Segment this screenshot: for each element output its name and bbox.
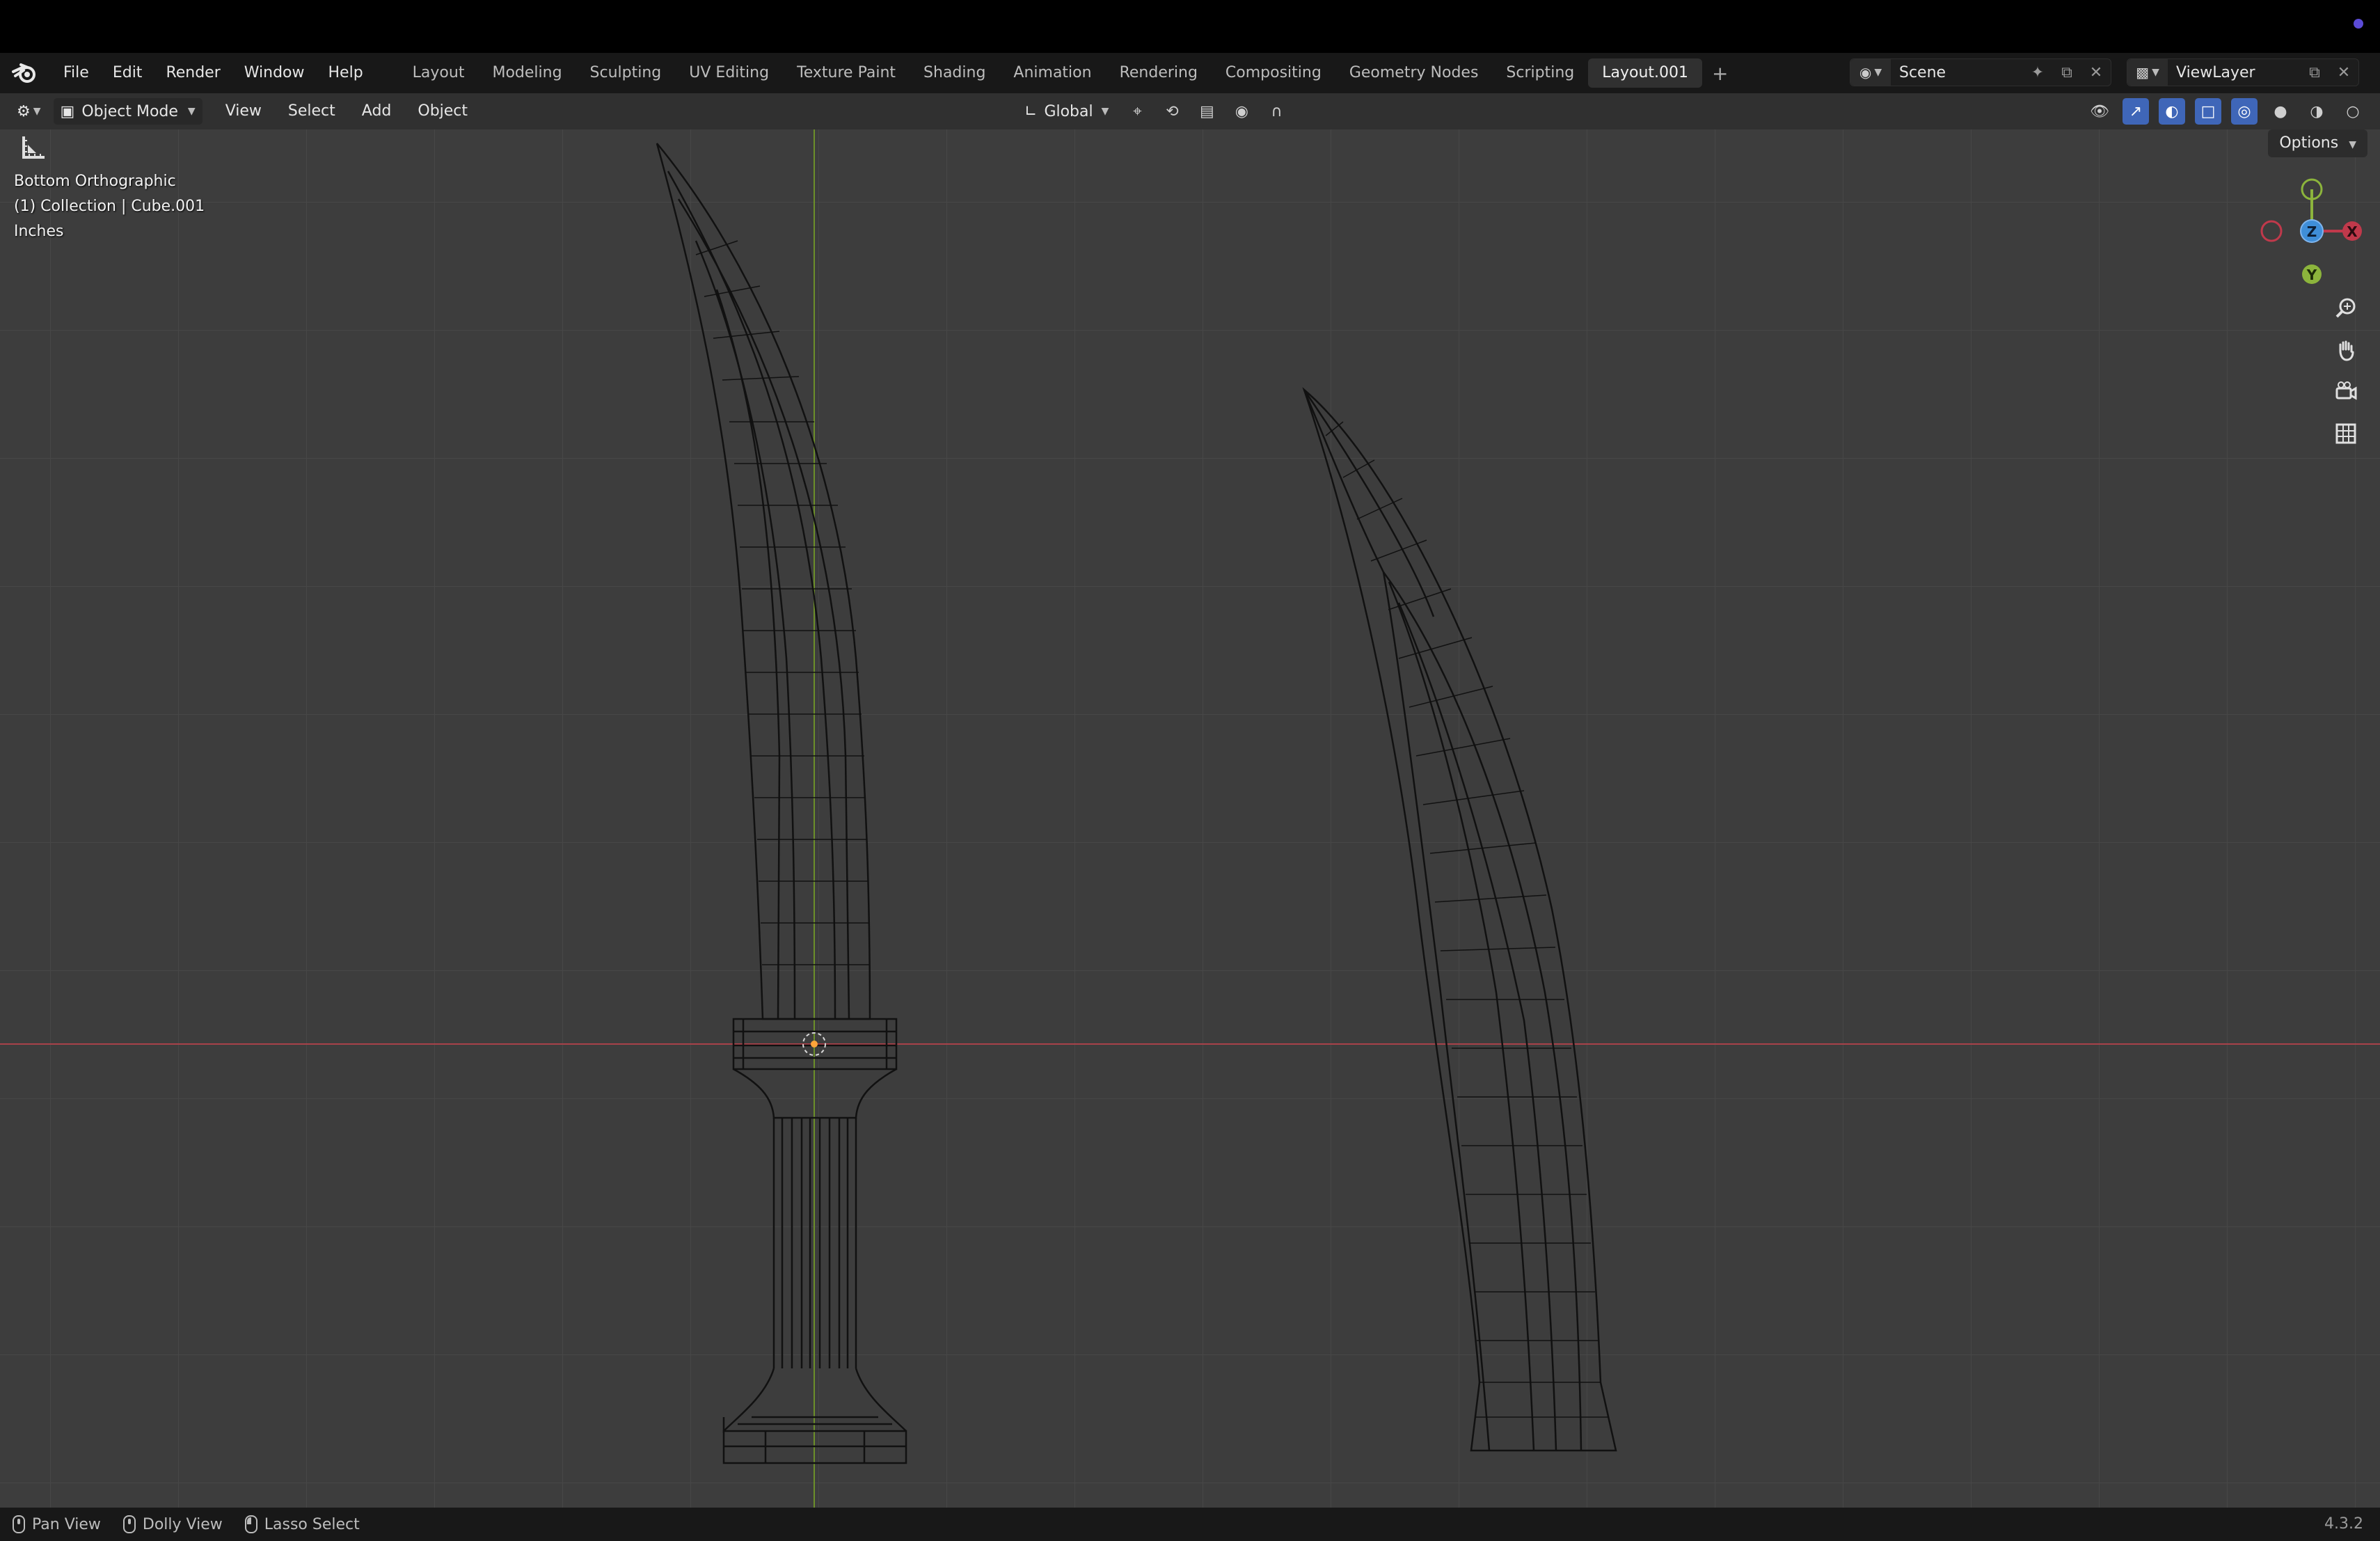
new-scene-icon[interactable]: ⧉	[2052, 59, 2081, 86]
tab-modeling[interactable]: Modeling	[478, 58, 576, 88]
tab-sculpting[interactable]: Sculpting	[576, 58, 676, 88]
top-menubar: File Edit Render Window Help Layout Mode…	[0, 53, 2380, 93]
blender-logo-icon[interactable]	[11, 59, 39, 87]
solid-icon[interactable]: ●	[2267, 98, 2294, 125]
tab-rendering[interactable]: Rendering	[1106, 58, 1212, 88]
pan-view-label: Pan View	[32, 1515, 101, 1533]
object-mode-dropdown[interactable]: ▣ Object Mode ▼	[53, 98, 203, 125]
lasso-select-label: Lasso Select	[264, 1515, 360, 1533]
proportional-icon[interactable]: ◉	[1228, 98, 1255, 125]
new-viewlayer-icon[interactable]: ⧉	[2300, 59, 2329, 86]
editor-type-icon: ⚙	[17, 102, 31, 120]
menu-object[interactable]: Object	[404, 93, 481, 129]
collection-info: (1) Collection | Cube.001	[14, 198, 205, 215]
menu-view[interactable]: View	[212, 93, 275, 129]
transform-controls: ∟ Global ▼ ⌖ ⟲ ▤ ◉ ∩	[1017, 98, 1290, 125]
menu-add[interactable]: Add	[349, 93, 405, 129]
scene-selectors: ◉ ▼ Scene ✦ ⧉ ✕ ▩ ▼ ViewLayer ⧉ ✕	[1850, 58, 2359, 86]
recording-indicator-icon	[2354, 19, 2363, 29]
menu-window[interactable]: Window	[232, 53, 317, 93]
delete-viewlayer-icon[interactable]: ✕	[2329, 59, 2358, 86]
orientation-label: Global	[1044, 102, 1093, 120]
status-pan-view: Pan View	[13, 1515, 101, 1533]
scene-icon: ◉ ▼	[1850, 59, 1891, 86]
snap-target-icon[interactable]: ▤	[1193, 98, 1220, 125]
scene-name[interactable]: Scene	[1891, 64, 2023, 81]
tab-uv-editing[interactable]: UV Editing	[675, 58, 783, 88]
status-bar: Pan View Dolly View Lasso Select 4.3.2	[0, 1508, 2380, 1541]
menu-edit[interactable]: Edit	[101, 53, 154, 93]
mouse-middle-icon	[13, 1515, 25, 1533]
3d-viewport[interactable]: Bottom Orthographic (1) Collection | Cub…	[0, 129, 2380, 1508]
workspace-tabs: Layout Modeling Sculpting UV Editing Tex…	[399, 53, 1738, 93]
snap-icon[interactable]: ⟲	[1159, 98, 1185, 125]
object-mode-icon: ▣	[60, 102, 75, 120]
units-label: Inches	[14, 223, 64, 240]
tab-scripting[interactable]: Scripting	[1492, 58, 1588, 88]
status-lasso-select: Lasso Select	[244, 1515, 360, 1533]
window-titlebar	[0, 0, 2380, 53]
editor-type-button[interactable]: ⚙ ▼	[10, 98, 48, 125]
gizmo-icon[interactable]: ↗	[2123, 98, 2149, 125]
tab-shading[interactable]: Shading	[910, 58, 999, 88]
version-label: 4.3.2	[2324, 1515, 2363, 1533]
tab-layout-001[interactable]: Layout.001	[1588, 58, 1703, 88]
scene-selector[interactable]: ◉ ▼ Scene ✦ ⧉ ✕	[1850, 58, 2111, 86]
viewlayer-name[interactable]: ViewLayer	[2168, 64, 2300, 81]
mouse-wheel-icon	[122, 1515, 136, 1533]
measure-tool-icon[interactable]	[18, 132, 49, 163]
navigation-gizmo[interactable]: X Y Z	[2241, 174, 2366, 292]
tab-layout[interactable]: Layout	[399, 58, 479, 88]
shading-controls: 👁 ↗ ◐ □ ◎ ● ◑ ○	[2086, 98, 2366, 125]
zoom-icon[interactable]	[2329, 291, 2363, 326]
menu-file[interactable]: File	[51, 53, 101, 93]
menu-select[interactable]: Select	[275, 93, 349, 129]
viewport-grid	[0, 129, 2380, 1508]
options-label: Options	[2279, 134, 2339, 152]
tab-texture-paint[interactable]: Texture Paint	[783, 58, 910, 88]
menu-render[interactable]: Render	[154, 53, 232, 93]
grid-icon[interactable]	[2329, 416, 2363, 451]
tab-geometry-nodes[interactable]: Geometry Nodes	[1335, 58, 1493, 88]
delete-scene-icon[interactable]: ✕	[2081, 59, 2111, 86]
rendered-icon[interactable]: ○	[2340, 98, 2366, 125]
overlay-icon[interactable]: ◐	[2159, 98, 2185, 125]
add-workspace-button[interactable]: +	[1702, 62, 1738, 85]
tab-compositing[interactable]: Compositing	[1212, 58, 1335, 88]
dolly-view-label: Dolly View	[142, 1515, 223, 1533]
falloff-icon[interactable]: ∩	[1263, 98, 1290, 125]
orientation-dropdown[interactable]: ∟ Global ▼	[1017, 98, 1116, 125]
viewport-header: ⚙ ▼ ▣ Object Mode ▼ View Select Add Objec…	[0, 93, 2380, 129]
origin-dot	[811, 1041, 818, 1048]
tab-animation[interactable]: Animation	[999, 58, 1105, 88]
orientation-icon: ∟	[1024, 102, 1038, 120]
view-name: Bottom Orthographic	[14, 173, 176, 190]
pivot-icon[interactable]: ⌖	[1124, 98, 1150, 125]
status-dolly-view: Dolly View	[122, 1515, 223, 1533]
visibility-icon[interactable]: 👁	[2086, 98, 2113, 125]
hand-icon[interactable]	[2329, 333, 2363, 368]
pin-icon[interactable]: ✦	[2023, 59, 2052, 86]
viewlayer-icon: ▩ ▼	[2127, 59, 2168, 86]
svg-text:X: X	[2347, 223, 2358, 240]
object-mode-label: Object Mode	[81, 102, 178, 120]
camera-icon[interactable]	[2329, 374, 2363, 409]
mouse-left-icon	[244, 1515, 257, 1533]
menu-help[interactable]: Help	[317, 53, 375, 93]
viewlayer-selector[interactable]: ▩ ▼ ViewLayer ⧉ ✕	[2127, 58, 2359, 86]
svg-text:Y: Y	[2306, 267, 2317, 283]
options-dropdown[interactable]: Options ▼	[2268, 129, 2367, 157]
material-icon[interactable]: ◑	[2303, 98, 2330, 125]
svg-text:Z: Z	[2307, 223, 2317, 240]
wireframe-icon[interactable]: ◎	[2231, 98, 2258, 125]
xray-icon[interactable]: □	[2195, 98, 2221, 125]
gizmo-x-negative	[2260, 220, 2283, 242]
